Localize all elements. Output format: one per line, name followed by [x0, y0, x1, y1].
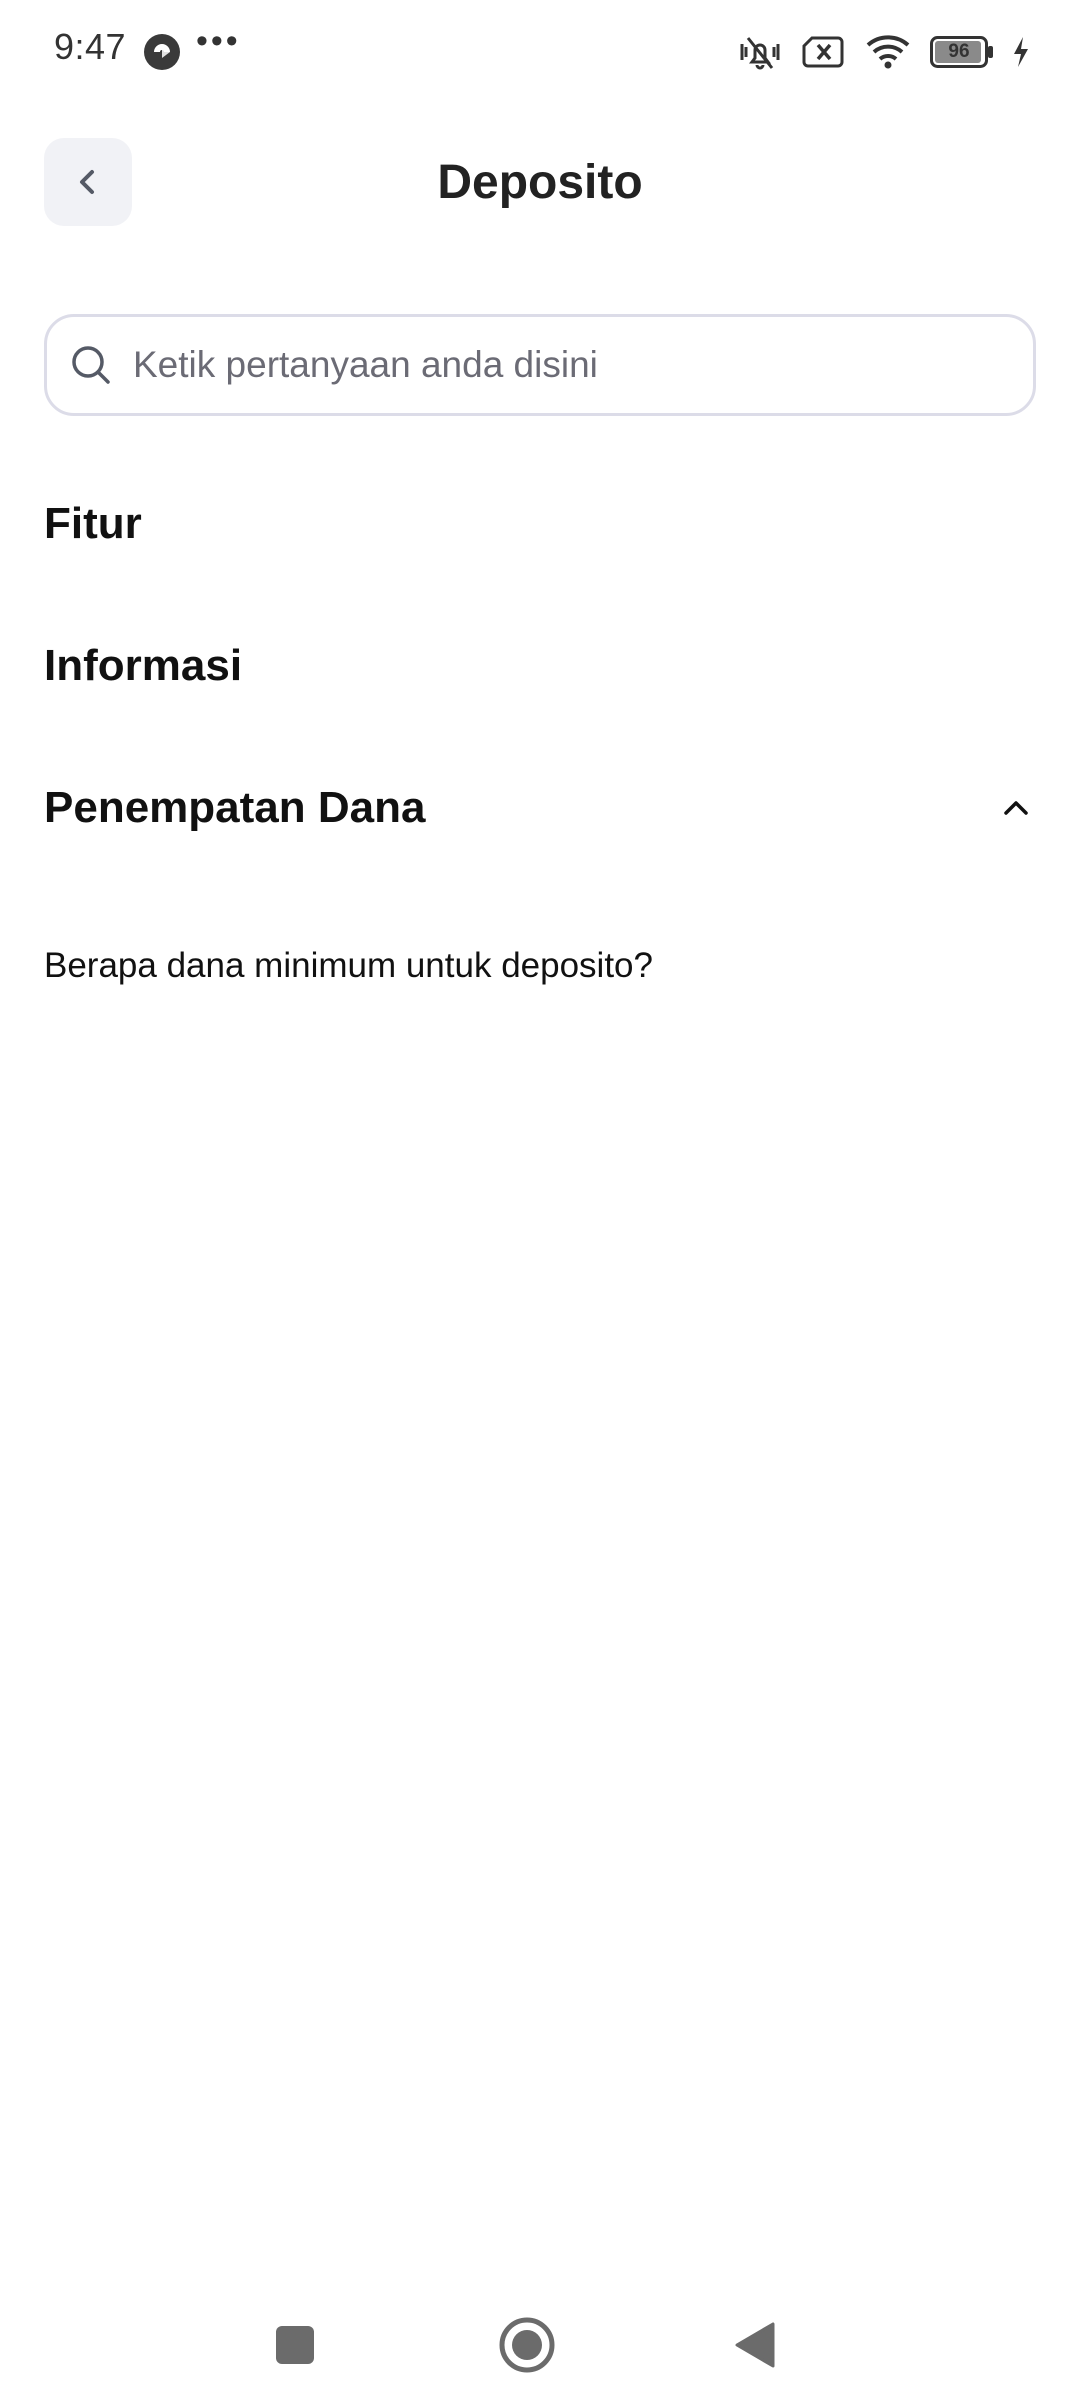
- app-icon: [144, 34, 180, 70]
- navigation-bar: [0, 2290, 1080, 2400]
- recents-button[interactable]: [240, 2290, 350, 2400]
- page-title: Deposito: [437, 156, 643, 209]
- section-title: Fitur: [44, 499, 142, 548]
- battery-icon: 96: [930, 36, 994, 68]
- section-title: Penempatan Dana: [44, 783, 426, 832]
- search-icon: [72, 346, 110, 384]
- section-title: Informasi: [44, 641, 243, 690]
- status-bar: 9:47 ••• 96: [0, 0, 1080, 100]
- circle-icon: [499, 2317, 555, 2373]
- battery-level: 96: [948, 41, 970, 62]
- faq-question[interactable]: Berapa dana minimum untuk deposito?: [44, 936, 1036, 996]
- status-time: 9:47: [54, 26, 127, 67]
- vibrate-mute-icon: [740, 37, 780, 70]
- section-informasi[interactable]: Informasi: [44, 626, 1036, 706]
- back-nav-button[interactable]: [700, 2290, 810, 2400]
- home-button[interactable]: [472, 2290, 582, 2400]
- sim-off-icon: [802, 36, 844, 68]
- status-icons: 96: [736, 30, 1030, 74]
- section-fitur[interactable]: Fitur: [44, 484, 1036, 564]
- search-input[interactable]: [133, 335, 993, 395]
- more-notifications-icon: •••: [196, 22, 241, 60]
- search-box[interactable]: [44, 314, 1036, 416]
- chevron-up-icon[interactable]: [996, 788, 1036, 828]
- wifi-icon: [866, 35, 910, 69]
- charging-icon: [1014, 37, 1028, 67]
- section-penempatan-dana[interactable]: Penempatan Dana: [44, 768, 1036, 848]
- triangle-back-icon: [735, 2322, 775, 2368]
- square-icon: [276, 2326, 314, 2364]
